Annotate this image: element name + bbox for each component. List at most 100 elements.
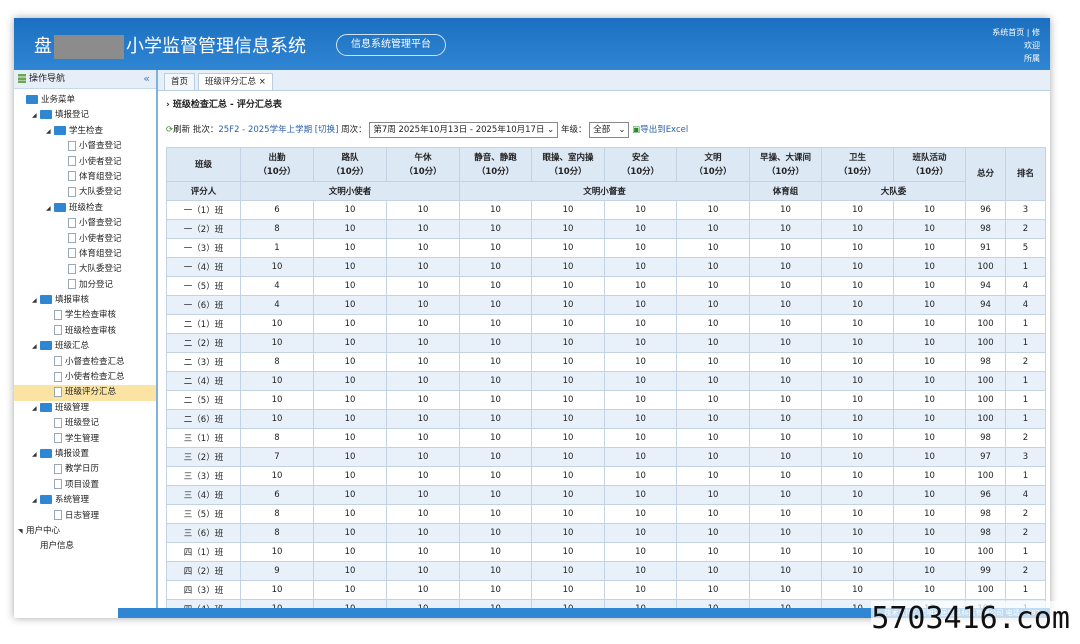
expand-triangle-icon[interactable]: ◢ <box>32 339 40 354</box>
score-cell: 10 <box>459 428 532 448</box>
sidebar-item[interactable]: ◢ 班级汇总 <box>14 339 156 354</box>
table-container[interactable]: 班级 出勤 （10分） 路队 （10分） 午休 （10分） 静音、静跑 （10分） 眼操、室内操 （… <box>166 147 1046 618</box>
breadcrumb-text: 班级检查汇总 - 评分汇总表 <box>172 100 282 110</box>
score-cell: 10 <box>604 523 677 543</box>
column-header-points: （10分） <box>838 166 877 177</box>
expand-triangle-icon[interactable]: ◢ <box>32 108 40 123</box>
sidebar-item[interactable]: 项目设置 <box>14 478 156 493</box>
refresh-button[interactable]: 刷新 <box>173 125 190 135</box>
class-name-cell: 二（1）班 <box>166 314 241 334</box>
sidebar-item[interactable]: 体育组登记 <box>14 170 156 185</box>
tab-class-score-summary[interactable]: 班级评分汇总 × <box>198 73 273 90</box>
score-cell: 10 <box>240 542 314 562</box>
collapse-sidebar-icon[interactable]: « <box>143 70 150 88</box>
score-cell: 10 <box>459 295 532 315</box>
score-cell: 4 <box>1005 485 1046 505</box>
sidebar-item[interactable]: ◢ 填报设置 <box>14 447 156 462</box>
score-cell: 10 <box>893 200 966 220</box>
sidebar-item-label: 学生检查 <box>69 125 104 136</box>
column-header: 出勤 （10分） <box>240 147 314 182</box>
platform-button[interactable]: 信息系统管理平台 <box>336 34 446 56</box>
score-cell: 10 <box>313 409 387 429</box>
expand-triangle-icon[interactable]: ◢ <box>32 293 40 308</box>
table-row: 一（1）班 6 10 10 10 10 10 10 10 10 10 96 3 <box>166 200 1046 220</box>
sidebar-item[interactable]: 班级登记 <box>14 416 156 431</box>
sidebar-item[interactable]: 小督查登记 <box>14 216 156 231</box>
score-cell: 10 <box>313 238 387 258</box>
grade-select-value: 全部 <box>593 124 611 135</box>
sidebar-item[interactable]: ◢ 班级管理 <box>14 401 156 416</box>
expand-triangle-icon[interactable]: ◢ <box>32 401 40 416</box>
week-select[interactable]: 第7周 2025年10月13日 - 2025年10月17日 ⌄ <box>369 121 559 138</box>
score-cell: 10 <box>893 447 966 467</box>
score-cell: 10 <box>821 466 894 486</box>
score-cell: 10 <box>604 314 677 334</box>
score-cell: 10 <box>893 352 966 372</box>
sidebar-item[interactable]: 班级检查审核 <box>14 324 156 339</box>
sidebar-item[interactable]: ◢ 填报审核 <box>14 293 156 308</box>
table-row: 二（5）班 10 10 10 10 10 10 10 10 10 10 100 1 <box>166 390 1046 410</box>
sidebar-item[interactable]: ◢ 填报登记 <box>14 108 156 123</box>
expand-triangle-icon[interactable]: ◢ <box>32 493 40 508</box>
score-cell: 10 <box>604 333 677 353</box>
sidebar-item[interactable]: 小使者登记 <box>14 232 156 247</box>
evaluator-group: 文明小使者 <box>240 181 460 201</box>
sidebar-item-label: 学生检查审核 <box>65 310 117 321</box>
sidebar-item[interactable]: 大队委登记 <box>14 262 156 277</box>
excel-icon[interactable]: ▣ <box>632 125 640 135</box>
sidebar-item-label: 用户信息 <box>40 541 75 552</box>
score-cell: 9 <box>240 561 314 581</box>
score-cell: 1 <box>1005 371 1046 391</box>
system-home-link[interactable]: 系统首页 | 修 <box>992 26 1040 39</box>
sidebar-item[interactable]: ◢ 学生检查 <box>14 124 156 139</box>
score-cell: 98 <box>965 523 1006 543</box>
export-excel-button[interactable]: 导出到Excel <box>640 125 688 135</box>
score-cell: 10 <box>386 447 460 467</box>
evaluator-header: 评分人 <box>166 181 241 201</box>
score-cell: 10 <box>676 276 750 296</box>
sidebar-item[interactable]: 班级评分汇总 <box>14 385 156 401</box>
score-cell: 2 <box>1005 219 1046 239</box>
score-cell: 10 <box>821 238 894 258</box>
sidebar-item[interactable]: 业务菜单 <box>14 93 156 108</box>
sidebar-item[interactable]: 加分登记 <box>14 278 156 293</box>
score-cell: 98 <box>965 504 1006 524</box>
sidebar-item[interactable]: 用户信息 <box>14 539 156 554</box>
sidebar-item[interactable]: 日志管理 <box>14 509 156 524</box>
sidebar: 操作导航 « 业务菜单 ◢ 填报登记 ◢ 学生检查 小督查登记 小使者登记 体育组登记 大队委登… <box>14 70 158 618</box>
class-name-cell: 二（3）班 <box>166 352 241 372</box>
sidebar-item[interactable]: 体育组登记 <box>14 247 156 262</box>
sidebar-item[interactable]: ◥ 用户中心 <box>14 524 156 539</box>
sidebar-item[interactable]: 大队委登记 <box>14 185 156 200</box>
tab-home[interactable]: 首页 <box>164 73 196 90</box>
sidebar-item-label: 学生管理 <box>65 433 100 444</box>
score-cell: 97 <box>965 447 1006 467</box>
sidebar-item[interactable]: 小督查登记 <box>14 139 156 154</box>
sidebar-item[interactable]: ◢ 系统管理 <box>14 493 156 508</box>
sidebar-item[interactable]: 小督查检查汇总 <box>14 355 156 370</box>
score-cell: 10 <box>386 219 460 239</box>
table-row: 一（3）班 1 10 10 10 10 10 10 10 10 10 91 5 <box>166 238 1046 258</box>
grade-select[interactable]: 全部 ⌄ <box>589 121 630 138</box>
score-cell: 10 <box>676 485 750 505</box>
sidebar-item[interactable]: 学生检查审核 <box>14 308 156 323</box>
score-cell: 3 <box>1005 447 1046 467</box>
sidebar-item[interactable]: 教学日历 <box>14 462 156 477</box>
expand-triangle-icon[interactable]: ◢ <box>32 447 40 462</box>
expand-triangle-icon[interactable]: ◢ <box>46 124 54 139</box>
score-cell: 10 <box>313 504 387 524</box>
sidebar-item[interactable]: ◢ 班级检查 <box>14 201 156 216</box>
sidebar-item-label: 小督查登记 <box>79 141 122 152</box>
class-name-cell: 一（1）班 <box>166 200 241 220</box>
score-cell: 10 <box>386 238 460 258</box>
sidebar-item[interactable]: 小使者检查汇总 <box>14 370 156 385</box>
score-cell: 4 <box>1005 276 1046 296</box>
switch-batch-link[interactable]: [切换] <box>315 125 339 135</box>
column-header-points: （10分） <box>621 166 660 177</box>
expand-triangle-icon[interactable]: ◢ <box>46 201 54 216</box>
score-cell: 10 <box>313 485 387 505</box>
sidebar-item[interactable]: 学生管理 <box>14 432 156 447</box>
sidebar-item[interactable]: 小使者登记 <box>14 155 156 170</box>
column-header-points: （10分） <box>766 166 805 177</box>
score-cell: 100 <box>965 542 1006 562</box>
